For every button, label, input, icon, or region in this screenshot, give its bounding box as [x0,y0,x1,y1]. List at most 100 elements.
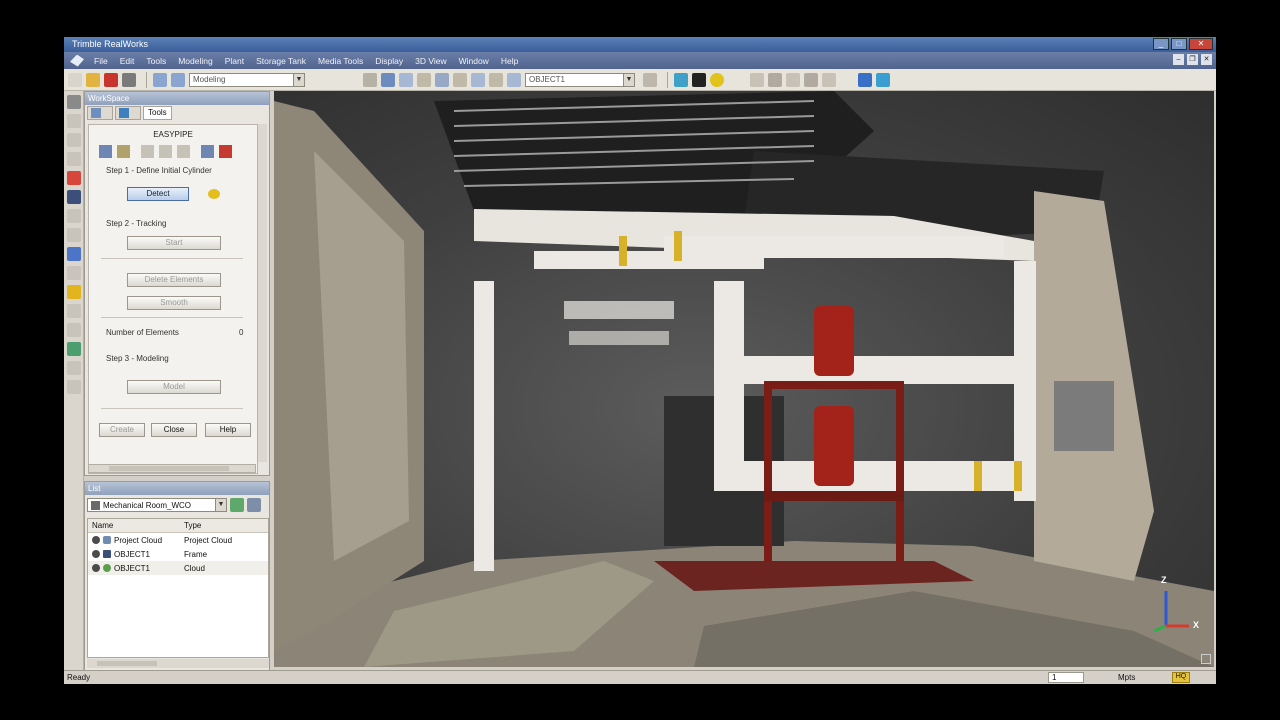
scroll-thumb[interactable] [109,466,229,471]
list-item[interactable]: Project Cloud Project Cloud [88,533,268,547]
menu-3d-view[interactable]: 3D View [415,56,447,66]
visibility-icon[interactable] [92,536,100,544]
project-select[interactable]: Mechanical Room_WCO ▼ [87,498,227,512]
view-eye-icon[interactable] [768,72,782,87]
redo-icon[interactable] [171,72,185,87]
mdi-restore-button[interactable]: ❐ [1187,54,1198,65]
view-top-icon[interactable] [786,72,800,87]
tee-icon[interactable] [159,145,172,158]
help-button[interactable]: Help [205,423,251,437]
smooth-button[interactable]: Smooth [127,296,221,310]
hq-badge[interactable]: HQ [1172,672,1190,683]
walk-tool-icon[interactable] [67,152,81,166]
scan-icon[interactable] [674,72,688,87]
target-tool-icon[interactable] [67,247,81,261]
close-button[interactable]: Close [151,423,197,437]
visibility-icon[interactable] [92,564,100,572]
tab-tools[interactable]: Tools [143,106,172,120]
3d-viewport[interactable]: Z X [274,91,1214,667]
delete-tool-icon[interactable] [67,171,81,185]
grid-tool-icon[interactable] [67,266,81,280]
light-icon[interactable] [710,72,724,87]
list-hscrollbar[interactable] [87,659,269,668]
model-button[interactable]: Model [127,380,221,394]
measure-icon[interactable] [363,72,377,87]
filter-icon[interactable] [230,498,244,512]
plane-tool-icon[interactable] [67,209,81,223]
print-icon[interactable] [122,72,136,87]
highlight-tool-icon[interactable] [67,285,81,299]
object-select[interactable]: OBJECT1 ▼ [525,72,635,87]
resize-grip-icon[interactable] [1201,654,1211,664]
zoom-in-icon[interactable] [67,304,81,318]
mdi-minimize-button[interactable]: – [1173,54,1184,65]
menu-modeling[interactable]: Modeling [178,56,213,66]
visibility-icon[interactable] [92,550,100,558]
section-tool-icon[interactable] [67,228,81,242]
detect-button[interactable]: Detect [127,187,189,201]
select-icon[interactable] [381,72,395,87]
scroll-thumb[interactable] [97,661,157,666]
close-icon[interactable] [219,145,232,158]
cloud-tool-icon[interactable] [67,342,81,356]
camera-icon[interactable] [876,72,890,87]
menu-edit[interactable]: Edit [120,56,135,66]
paste-icon[interactable] [489,72,503,87]
create-button[interactable]: Create [99,423,145,437]
view-side-icon[interactable] [804,72,818,87]
list-options-icon[interactable] [247,498,261,512]
workspace-vscrollbar[interactable] [258,124,267,462]
chevron-down-icon[interactable]: ▼ [215,499,226,511]
view-iso-icon[interactable] [822,72,836,87]
copy-icon[interactable] [471,72,485,87]
wand-icon[interactable] [208,189,220,199]
properties-icon[interactable] [643,72,657,87]
menu-plant[interactable]: Plant [225,56,244,66]
chevron-down-icon[interactable]: ▼ [293,73,304,86]
type-column-header[interactable]: Type [184,521,268,530]
orbit-tool-icon[interactable] [67,133,81,147]
pan-tool-icon[interactable] [67,114,81,128]
chevron-down-icon[interactable]: ▼ [623,73,634,86]
menu-display[interactable]: Display [375,56,403,66]
menu-help[interactable]: Help [501,56,518,66]
close-button[interactable]: ✕ [1189,38,1213,50]
measure-tool-icon[interactable] [67,380,81,394]
station-icon[interactable] [858,72,872,87]
maximize-button[interactable]: □ [1171,38,1187,50]
save-icon[interactable] [104,72,118,87]
tab-images[interactable] [115,106,141,120]
tab-project[interactable] [87,106,113,120]
open-folder-icon[interactable] [86,72,100,87]
workspace-hscrollbar[interactable] [88,464,256,473]
image-tool-icon[interactable] [67,190,81,204]
list-item[interactable]: OBJECT1 Frame [88,547,268,561]
menu-tools[interactable]: Tools [146,56,166,66]
menu-file[interactable]: File [94,56,108,66]
menu-media-tools[interactable]: Media Tools [318,56,363,66]
elbow-icon[interactable] [141,145,154,158]
pipe-icon[interactable] [99,145,112,158]
name-column-header[interactable]: Name [88,521,184,530]
list-item[interactable]: OBJECT1 Cloud [88,561,268,575]
render-mode-icon[interactable] [692,72,706,87]
menu-window[interactable]: Window [459,56,489,66]
segment-icon[interactable] [399,72,413,87]
zoom-out-icon[interactable] [67,323,81,337]
pointer-tool-icon[interactable] [67,95,81,109]
view-front-icon[interactable] [750,72,764,87]
pencil-icon[interactable] [117,145,130,158]
link-tool-icon[interactable] [67,361,81,375]
zoom-fit-icon[interactable] [435,72,449,87]
start-button[interactable]: Start [127,236,221,250]
undo-icon[interactable] [201,145,214,158]
cut-icon[interactable] [453,72,467,87]
mode-select[interactable]: Modeling ▼ [189,72,305,87]
new-icon[interactable] [68,72,82,87]
undo-icon[interactable] [153,72,167,87]
mdi-close-button[interactable]: ✕ [1201,54,1212,65]
menu-storage-tank[interactable]: Storage Tank [256,56,306,66]
delete-elements-button[interactable]: Delete Elements [127,273,221,287]
minimize-button[interactable]: _ [1153,38,1169,50]
reducer-icon[interactable] [177,145,190,158]
